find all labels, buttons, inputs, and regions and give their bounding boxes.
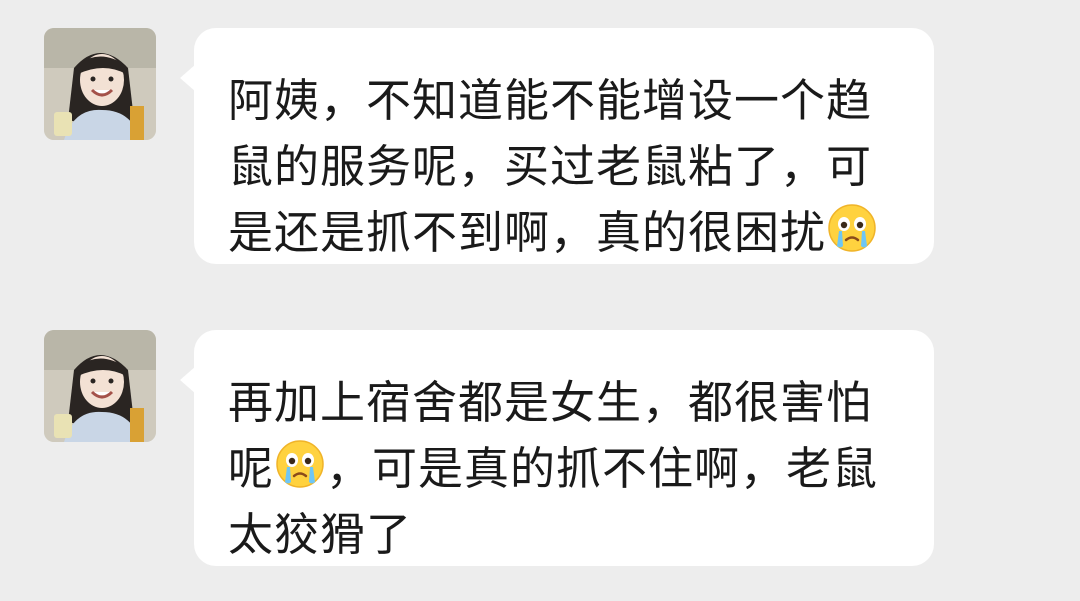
crying-face-emoji-icon [826, 202, 878, 254]
user-avatar-icon [44, 28, 156, 140]
message-bubble[interactable]: 再加上宿舍都是女生，都很害怕 呢 ，可是真的抓不住啊，老鼠 太狡猾了 [180, 330, 934, 566]
avatar[interactable] [44, 28, 156, 140]
message-text: 阿姨，不知道能不能增设一个趋 鼠的服务呢，买过老鼠粘了，可 是还是抓不到啊，真的… [228, 68, 898, 266]
avatar[interactable] [44, 330, 156, 442]
user-avatar-icon [44, 330, 156, 442]
crying-face-emoji-icon [274, 438, 326, 490]
message-bubble[interactable]: 阿姨，不知道能不能增设一个趋 鼠的服务呢，买过老鼠粘了，可 是还是抓不到啊，真的… [180, 28, 934, 266]
message-text: 再加上宿舍都是女生，都很害怕 呢 ，可是真的抓不住啊，老鼠 太狡猾了 [228, 376, 879, 561]
